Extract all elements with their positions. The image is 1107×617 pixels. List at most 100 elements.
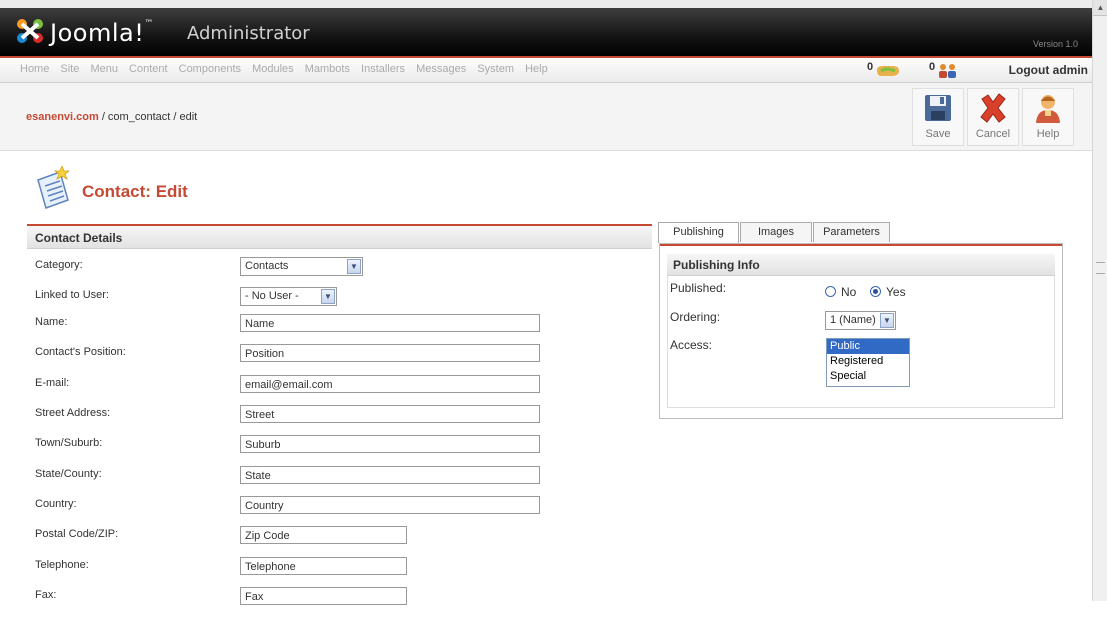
zip-input[interactable]: Zip Code [240, 526, 407, 544]
chevron-down-icon: ▼ [880, 313, 894, 328]
save-button[interactable]: Save [912, 88, 964, 146]
breadcrumb: esanenvi.com / com_contact / edit [26, 111, 197, 123]
street-row: Street Address: Street [27, 405, 652, 435]
fax-label: Fax: [35, 589, 57, 601]
contact-details-heading: Contact Details [27, 226, 652, 249]
name-input[interactable]: Name [240, 314, 540, 332]
cancel-button-label: Cancel [975, 128, 1011, 140]
help-button[interactable]: Help [1022, 88, 1074, 146]
street-label: Street Address: [35, 407, 111, 419]
position-label: Contact's Position: [35, 346, 126, 358]
access-listbox[interactable]: Public Registered Special [826, 338, 910, 387]
access-option-registered[interactable]: Registered [827, 354, 909, 369]
name-row: Name: Name [27, 314, 652, 344]
main-menu-bar: Home Site Menu Content Components Module… [0, 58, 1092, 83]
users-online-icon[interactable] [937, 63, 959, 78]
menu-item-installers[interactable]: Installers [361, 63, 405, 75]
scroll-thumb-grip[interactable] [1096, 262, 1105, 274]
save-disk-icon [925, 95, 951, 121]
position-input[interactable]: Position [240, 344, 540, 362]
path-toolbar-bar: esanenvi.com / com_contact / edit Save C… [0, 83, 1092, 151]
suburb-row: Town/Suburb: Suburb [27, 435, 652, 465]
ordering-label: Ordering: [670, 310, 721, 324]
linked-user-select[interactable]: - No User - ▼ [240, 287, 337, 306]
access-option-special[interactable]: Special [827, 369, 909, 384]
menu-item-home[interactable]: Home [20, 63, 49, 75]
fax-row: Fax: Fax [27, 587, 652, 617]
category-label: Category: [35, 259, 83, 271]
menu-item-mambots[interactable]: Mambots [305, 63, 350, 75]
tab-accent-line [660, 244, 1062, 246]
street-input[interactable]: Street [240, 405, 540, 423]
breadcrumb-path: / com_contact / edit [98, 111, 198, 123]
zip-label: Postal Code/ZIP: [35, 528, 119, 540]
published-yes-radio[interactable] [870, 286, 881, 297]
email-row: E-mail: email@email.com [27, 375, 652, 405]
zip-row: Postal Code/ZIP: Zip Code [27, 526, 652, 556]
toolbar: Save Cancel Help [912, 88, 1074, 146]
suburb-label: Town/Suburb: [35, 437, 103, 449]
menu-item-menu[interactable]: Menu [90, 63, 118, 75]
telephone-label: Telephone: [35, 559, 89, 571]
user-row: Linked to User: - No User - ▼ [27, 286, 652, 316]
menu-item-site[interactable]: Site [60, 63, 79, 75]
page-title: Contact: Edit [82, 182, 188, 201]
menu-item-content[interactable]: Content [129, 63, 168, 75]
country-label: Country: [35, 498, 77, 510]
help-button-label: Help [1036, 128, 1060, 140]
users-count: 0 [929, 61, 936, 73]
menu-item-modules[interactable]: Modules [252, 63, 294, 75]
logout-link[interactable]: Logout admin [1009, 63, 1088, 77]
logo-text: Joomla!™ [50, 19, 154, 47]
published-no-radio[interactable] [825, 286, 836, 297]
publishing-info-heading: Publishing Info [667, 254, 1055, 276]
published-yes-label: Yes [886, 285, 906, 299]
version-label: Version 1.0 [1032, 39, 1078, 49]
joomla-logo-icon [17, 19, 43, 43]
position-row: Contact's Position: Position [27, 344, 652, 374]
suburb-input[interactable]: Suburb [240, 435, 540, 453]
tab-images[interactable]: Images [740, 222, 812, 242]
ordering-select[interactable]: 1 (Name) ▼ [825, 311, 896, 330]
contact-card-icon [37, 166, 71, 209]
published-no-label: No [841, 285, 857, 299]
admin-header: Joomla!™ Administrator Version 1.0 [0, 8, 1092, 56]
state-label: State/County: [35, 468, 102, 480]
published-label: Published: [670, 281, 727, 295]
scroll-up-arrow-icon[interactable]: ▲ [1093, 0, 1107, 16]
contact-details-panel: Contact Details Category: Contacts ▼ Lin… [27, 224, 652, 605]
chevron-down-icon: ▼ [321, 289, 335, 304]
access-label: Access: [670, 338, 713, 352]
breadcrumb-site-link[interactable]: esanenvi.com [26, 111, 99, 123]
category-row: Category: Contacts ▼ [27, 256, 652, 286]
help-person-icon [1036, 95, 1060, 123]
telephone-input[interactable]: Telephone [240, 557, 407, 575]
state-row: State/County: State [27, 466, 652, 496]
state-input[interactable]: State [240, 466, 540, 484]
name-label: Name: [35, 316, 68, 328]
chevron-down-icon: ▼ [347, 259, 361, 274]
country-input[interactable]: Country [240, 496, 540, 514]
messages-count: 0 [867, 61, 874, 73]
email-input[interactable]: email@email.com [240, 375, 540, 393]
main-menu: Home Site Menu Content Components Module… [20, 63, 556, 75]
messages-icon[interactable] [875, 64, 901, 78]
cancel-button[interactable]: Cancel [967, 88, 1019, 146]
email-label: E-mail: [35, 377, 70, 389]
menu-item-components[interactable]: Components [179, 63, 241, 75]
tab-parameters[interactable]: Parameters [813, 222, 890, 242]
category-select[interactable]: Contacts ▼ [240, 257, 363, 276]
vertical-scrollbar[interactable]: ▲ [1092, 0, 1107, 601]
menu-item-messages[interactable]: Messages [416, 63, 466, 75]
tab-publishing[interactable]: Publishing [658, 222, 739, 243]
cancel-x-icon [980, 93, 1006, 123]
administrator-label: Administrator [187, 23, 310, 44]
menu-item-help[interactable]: Help [525, 63, 548, 75]
publishing-info-body: Published: No Yes Ordering: 1 (Name) ▼ A… [667, 276, 1055, 408]
fax-input[interactable]: Fax [240, 587, 407, 605]
linked-user-label: Linked to User: [35, 289, 109, 301]
publishing-panel: Publishing Info Published: No Yes Orderi… [659, 243, 1063, 419]
menu-item-system[interactable]: System [477, 63, 514, 75]
access-option-public[interactable]: Public [827, 339, 909, 354]
save-button-label: Save [925, 128, 951, 140]
